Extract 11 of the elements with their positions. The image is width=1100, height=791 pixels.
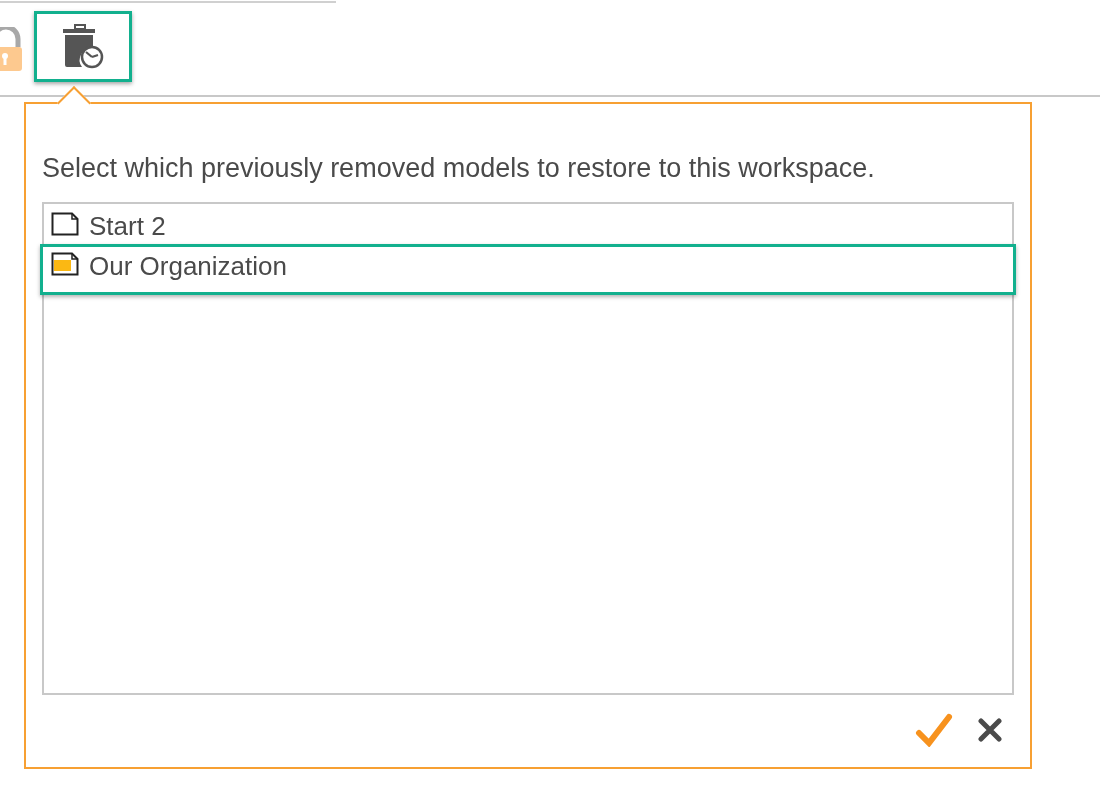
item-label: Our Organization xyxy=(89,250,287,283)
filled-page-icon xyxy=(51,252,79,276)
prompt-text: Select which previously removed models to restore to this workspace. xyxy=(42,152,875,185)
page-icon xyxy=(51,212,79,236)
checkmark-icon xyxy=(915,713,953,747)
item-label: Start 2 xyxy=(89,210,166,243)
trash-clock-icon xyxy=(62,24,104,69)
restore-button[interactable] xyxy=(34,11,132,82)
list-item[interactable]: Start 2 xyxy=(40,204,1016,245)
list-item[interactable]: Our Organization xyxy=(40,244,1016,295)
close-icon xyxy=(978,718,1002,742)
